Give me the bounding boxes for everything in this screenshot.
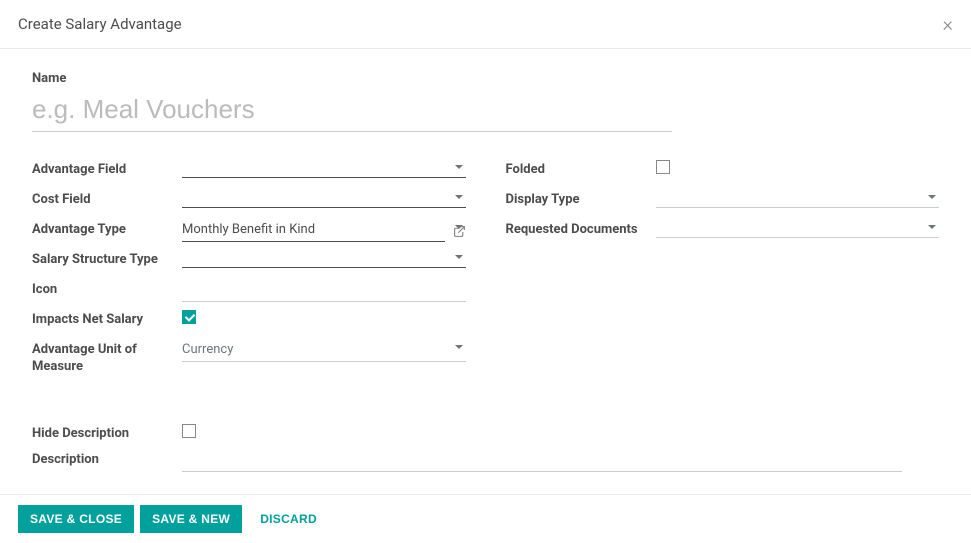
label-folded: Folded (506, 160, 656, 179)
row-icon: Icon (32, 280, 466, 302)
label-salary-structure-type: Salary Structure Type (32, 250, 182, 269)
form-columns: Advantage Field Cost Field Advantage Typ… (32, 160, 939, 384)
input-description[interactable] (182, 450, 902, 472)
name-label: Name (32, 71, 939, 86)
checkbox-folded[interactable] (656, 160, 670, 174)
save-new-button[interactable]: SAVE & NEW (140, 505, 242, 533)
label-cost-field: Cost Field (32, 190, 182, 209)
label-impacts-net-salary: Impacts Net Salary (32, 310, 182, 329)
label-advantage-type: Advantage Type (32, 220, 182, 239)
label-display-type: Display Type (506, 190, 656, 209)
select-advantage-unit-value: Currency (182, 342, 233, 357)
row-folded: Folded (506, 160, 940, 182)
label-advantage-field: Advantage Field (32, 160, 182, 179)
external-link-icon[interactable] (453, 225, 466, 238)
save-close-button[interactable]: SAVE & CLOSE (18, 505, 134, 533)
select-advantage-type-value: Monthly Benefit in Kind (182, 222, 315, 237)
checkbox-hide-description[interactable] (182, 424, 196, 438)
label-description: Description (32, 450, 182, 467)
select-advantage-unit[interactable]: Currency (182, 340, 466, 362)
row-display-type: Display Type (506, 190, 940, 212)
row-salary-structure-type: Salary Structure Type (32, 250, 466, 272)
label-icon: Icon (32, 280, 182, 299)
select-display-type[interactable] (656, 190, 940, 208)
row-advantage-unit: Advantage Unit of Measure Currency (32, 340, 466, 376)
checkbox-impacts-net-salary[interactable] (182, 310, 196, 324)
label-advantage-unit: Advantage Unit of Measure (32, 340, 182, 376)
row-cost-field: Cost Field (32, 190, 466, 212)
discard-button[interactable]: DISCARD (248, 505, 329, 533)
row-impacts-net-salary: Impacts Net Salary (32, 310, 466, 332)
close-icon[interactable]: × (943, 14, 953, 34)
dialog-body: Name Advantage Field Cost Field Advantag… (0, 49, 971, 490)
name-input[interactable] (32, 92, 672, 132)
input-icon[interactable] (182, 280, 466, 302)
row-hide-description: Hide Description (32, 424, 939, 442)
row-advantage-type: Advantage Type Monthly Benefit in Kind (32, 220, 466, 242)
select-requested-documents[interactable] (656, 220, 940, 238)
label-requested-documents: Requested Documents (506, 220, 656, 239)
row-description: Description (32, 450, 939, 472)
select-cost-field[interactable] (182, 190, 466, 208)
select-advantage-field[interactable] (182, 160, 466, 178)
right-column: Folded Display Type Requested Documents (506, 160, 940, 384)
select-salary-structure-type[interactable] (182, 250, 466, 268)
dialog-title: Create Salary Advantage (18, 15, 182, 33)
row-requested-documents: Requested Documents (506, 220, 940, 242)
select-advantage-type[interactable]: Monthly Benefit in Kind (182, 220, 445, 242)
label-hide-description: Hide Description (32, 424, 182, 441)
dialog-footer: SAVE & CLOSE SAVE & NEW DISCARD (0, 494, 971, 543)
dialog-header: Create Salary Advantage × (0, 0, 971, 49)
left-column: Advantage Field Cost Field Advantage Typ… (32, 160, 466, 384)
row-advantage-field: Advantage Field (32, 160, 466, 182)
